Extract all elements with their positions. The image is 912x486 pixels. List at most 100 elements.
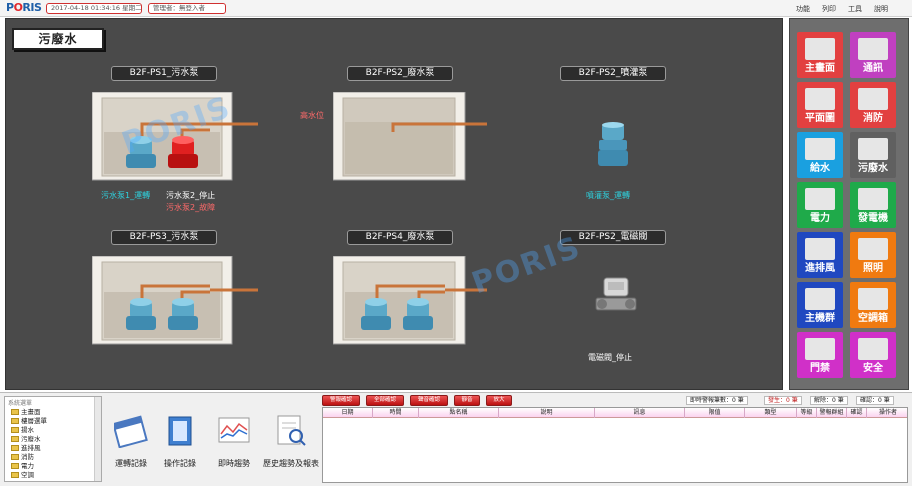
scada-app: PORIS 2017-04-18 01:34:16 星期二 管理者：無登入者 功… <box>0 0 912 486</box>
power-icon <box>805 188 835 210</box>
tool-operation-log[interactable]: 運轉記錄 <box>108 414 154 469</box>
folder-icon <box>11 454 19 460</box>
tree-item[interactable]: 樓層選單 <box>5 417 101 426</box>
status-pump2-stopped: 污水泵2_停止 <box>166 191 216 200</box>
tank-ps1[interactable] <box>92 92 260 182</box>
alarm-table[interactable]: 日期 時間 點名稱 說明 訊息 限值 類型 等級 警報群組 確認 操作者 <box>322 407 908 483</box>
report-search-icon <box>277 415 306 446</box>
nav-ahu-button[interactable]: 空調箱 <box>850 282 896 328</box>
ventilation-icon <box>805 238 835 260</box>
tree-item[interactable]: 消防 <box>5 453 101 462</box>
status-valve-stopped: 電磁閥_停止 <box>588 353 632 362</box>
sprinkler-pump-icon[interactable] <box>596 122 630 168</box>
tool-history-trend[interactable]: 歷史趨勢及報表 <box>260 414 322 469</box>
nav-label: 消防 <box>863 113 883 124</box>
pump-label-ps2-sprinkler[interactable]: B2F-PS2_噴灌泵 <box>560 66 666 81</box>
alarm-confirm-button[interactable]: 警報確認 <box>322 395 360 406</box>
tree-item[interactable]: 空調 <box>5 471 101 480</box>
col-type[interactable]: 類型 <box>745 408 797 418</box>
mute-button[interactable]: 靜音 <box>454 395 480 406</box>
nav-lighting-button[interactable]: 照明 <box>850 232 896 278</box>
nav-power-button[interactable]: 電力 <box>797 182 843 228</box>
nav-access-button[interactable]: 門禁 <box>797 332 843 378</box>
nav-label: 主畫面 <box>805 63 835 74</box>
folder-icon <box>11 463 19 469</box>
nav-home-button[interactable]: 主畫面 <box>797 32 843 78</box>
tree-scrollbar[interactable] <box>94 397 101 481</box>
generator-icon <box>858 188 888 210</box>
solenoid-valve-icon[interactable] <box>594 276 638 318</box>
pump-4a-icon[interactable] <box>361 298 391 330</box>
alarm-count: 即時警報筆數：0 筆 <box>686 396 748 405</box>
col-limit[interactable]: 限值 <box>685 408 745 418</box>
nav-floorplan-button[interactable]: 平面圖 <box>797 82 843 128</box>
alarm-confirm-count: 確認：0 筆 <box>856 396 894 405</box>
pump-label-ps1[interactable]: B2F-PS1_污水泵 <box>111 66 217 81</box>
nav-comm-button[interactable]: 通訊 <box>850 32 896 78</box>
nav-generator-button[interactable]: 發電機 <box>850 182 896 228</box>
home-icon <box>805 38 835 60</box>
poris-logo: PORIS <box>6 1 42 14</box>
nav-water-supply-button[interactable]: 給水 <box>797 132 843 178</box>
zoom-button[interactable]: 放大 <box>486 395 512 406</box>
nav-ventilation-button[interactable]: 進排風 <box>797 232 843 278</box>
tool-realtime-trend[interactable]: 即時趨勢 <box>214 414 254 469</box>
menu-print[interactable]: 列印 <box>822 4 836 14</box>
alarm-clear: 解除：0 筆 <box>810 396 848 405</box>
nav-label: 污廢水 <box>858 163 888 174</box>
tool-action-log[interactable]: 操作記錄 <box>158 414 202 469</box>
folder-icon <box>11 418 19 424</box>
pump-4b-icon[interactable] <box>403 298 433 330</box>
tree-item[interactable]: 進排風 <box>5 444 101 453</box>
nav-waste-water-button[interactable]: 污廢水 <box>850 132 896 178</box>
menu-help[interactable]: 說明 <box>874 4 888 14</box>
pump-3a-icon[interactable] <box>126 298 156 330</box>
user-display[interactable]: 管理者：無登入者 <box>148 3 226 14</box>
col-level[interactable]: 等級 <box>797 408 817 418</box>
tank-ps4[interactable] <box>333 256 493 346</box>
nav-fire-button[interactable]: 消防 <box>850 82 896 128</box>
system-tree[interactable]: 系統選單 主畫面 樓層選單 揚水 污廢水 進排風 消防 電力 空調 <box>4 396 102 482</box>
col-operator[interactable]: 操作者 <box>867 408 909 418</box>
access-icon <box>805 338 835 360</box>
tree-item[interactable]: 電力 <box>5 462 101 471</box>
tree-item[interactable]: 主畫面 <box>5 408 101 417</box>
alarm-occur: 發生：0 筆 <box>764 396 802 405</box>
sound-confirm-button[interactable]: 聲音確認 <box>410 395 448 406</box>
nav-label: 給水 <box>810 163 830 174</box>
pump-1-icon[interactable] <box>126 136 156 168</box>
nav-security-button[interactable]: 安全 <box>850 332 896 378</box>
confirm-all-button[interactable]: 全部確認 <box>366 395 404 406</box>
pump-label-ps3[interactable]: B2F-PS3_污水泵 <box>111 230 217 245</box>
tank-ps2-waste[interactable] <box>333 92 493 182</box>
lighting-icon <box>858 238 888 260</box>
pump-label-ps4[interactable]: B2F-PS4_廢水泵 <box>347 230 453 245</box>
col-description[interactable]: 說明 <box>499 408 595 418</box>
security-icon <box>858 338 888 360</box>
nav-chiller-button[interactable]: 主機群 <box>797 282 843 328</box>
col-message[interactable]: 訊息 <box>595 408 685 418</box>
tree-item[interactable]: 污廢水 <box>5 435 101 444</box>
col-time[interactable]: 時間 <box>373 408 419 418</box>
nav-label: 通訊 <box>863 63 883 74</box>
pump-label-ps2-waste[interactable]: B2F-PS2_廢水泵 <box>347 66 453 81</box>
status-pump1-running: 污水泵1_運轉 <box>101 191 151 200</box>
menu-function[interactable]: 功能 <box>796 4 810 14</box>
col-date[interactable]: 日期 <box>323 408 373 418</box>
menu-tools[interactable]: 工具 <box>848 4 862 14</box>
nav-label: 空調箱 <box>858 313 888 324</box>
nav-label: 電力 <box>810 213 830 224</box>
comm-icon <box>858 38 888 60</box>
nav-label: 照明 <box>863 263 883 274</box>
tank-ps3[interactable] <box>92 256 260 346</box>
tree-item[interactable]: 揚水 <box>5 426 101 435</box>
folder-icon <box>11 427 19 433</box>
notebook-icon <box>168 416 192 446</box>
pump-2-icon[interactable] <box>168 136 198 168</box>
col-confirm[interactable]: 確認 <box>847 408 867 418</box>
pump-3b-icon[interactable] <box>168 298 198 330</box>
top-bar: PORIS 2017-04-18 01:34:16 星期二 管理者：無登入者 功… <box>0 0 912 17</box>
pump-label-ps2-valve[interactable]: B2F-PS2_電磁閥 <box>560 230 666 245</box>
col-alarm-group[interactable]: 警報群組 <box>817 408 847 418</box>
col-point-name[interactable]: 點名稱 <box>419 408 499 418</box>
